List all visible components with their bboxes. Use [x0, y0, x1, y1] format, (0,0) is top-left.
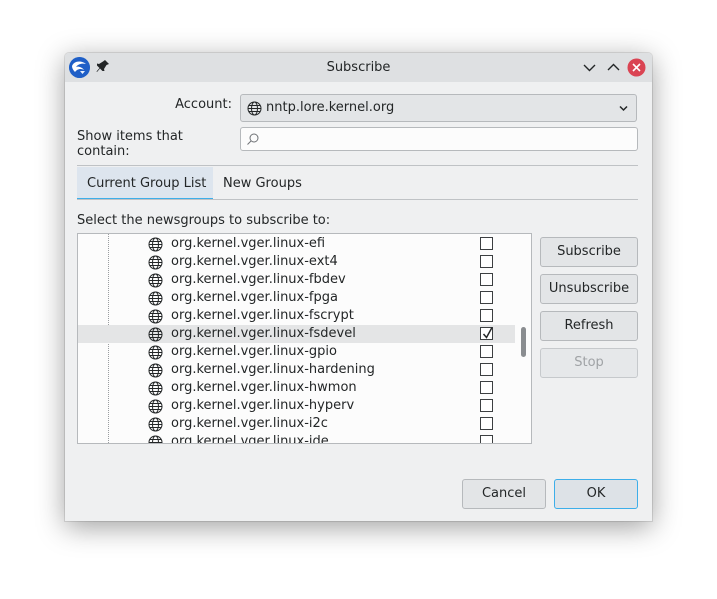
subscribe-dialog: Subscribe Account: nntp.lore.kernel.org …: [65, 53, 652, 521]
newsgroup-name: org.kernel.vger.linux-ide: [171, 434, 329, 444]
account-value: nntp.lore.kernel.org: [266, 100, 395, 115]
maximize-button[interactable]: [604, 58, 623, 77]
newsgroup-row[interactable]: org.kernel.vger.linux-i2c: [78, 415, 515, 433]
newsgroup-name: org.kernel.vger.linux-hardening: [171, 362, 375, 377]
newsgroup-name: org.kernel.vger.linux-hyperv: [171, 398, 355, 413]
subscribe-checkbox[interactable]: [480, 237, 493, 250]
newsgroup-row[interactable]: org.kernel.vger.linux-hyperv: [78, 397, 515, 415]
filter-label: Show items that contain:: [77, 129, 183, 159]
newsgroup-name: org.kernel.vger.linux-fpga: [171, 290, 338, 305]
newsgroup-name: org.kernel.vger.linux-fbdev: [171, 272, 346, 287]
newsgroup-row[interactable]: org.kernel.vger.linux-ext4: [78, 253, 515, 271]
subscribe-checkbox[interactable]: [480, 273, 493, 286]
subscribe-checkbox[interactable]: [480, 435, 493, 443]
newsgroup-row[interactable]: org.kernel.vger.linux-fscrypt: [78, 307, 515, 325]
cancel-button[interactable]: Cancel: [462, 479, 546, 509]
newsgroup-name: org.kernel.vger.linux-fscrypt: [171, 308, 354, 323]
globe-icon: [148, 435, 163, 443]
newsgroup-name: org.kernel.vger.linux-ext4: [171, 254, 338, 269]
close-button[interactable]: [627, 58, 646, 77]
refresh-button[interactable]: Refresh: [540, 311, 638, 341]
divider: [77, 165, 638, 166]
newsgroup-row[interactable]: org.kernel.vger.linux-fpga: [78, 289, 515, 307]
newsgroup-row[interactable]: org.kernel.vger.linux-hardening: [78, 361, 515, 379]
subscribe-checkbox[interactable]: [480, 363, 493, 376]
newsgroup-name: org.kernel.vger.linux-hwmon: [171, 380, 357, 395]
newsgroup-row[interactable]: org.kernel.vger.linux-fbdev: [78, 271, 515, 289]
tab-new-groups[interactable]: New Groups: [223, 167, 302, 200]
chevron-down-icon: [583, 64, 596, 72]
stop-button[interactable]: Stop: [540, 348, 638, 378]
account-label: Account:: [175, 97, 232, 112]
newsgroup-row[interactable]: org.kernel.vger.linux-hwmon: [78, 379, 515, 397]
close-icon: [627, 58, 646, 77]
tab-bar-divider: [77, 199, 638, 200]
account-select[interactable]: nntp.lore.kernel.org: [240, 94, 637, 122]
newsgroup-list[interactable]: org.kernel.vger.linux-efi org.kernel.vger…: [77, 233, 532, 444]
subscribe-checkbox[interactable]: [480, 399, 493, 412]
subscribe-checkbox[interactable]: [480, 255, 493, 268]
instructions-text: Select the newsgroups to subscribe to:: [77, 213, 331, 228]
newsgroup-name: org.kernel.vger.linux-fsdevel: [171, 326, 356, 341]
chevron-down-icon: [619, 105, 628, 112]
filter-input[interactable]: [240, 127, 638, 151]
newsgroup-name: org.kernel.vger.linux-i2c: [171, 416, 328, 431]
subscribe-checkbox[interactable]: [480, 309, 493, 322]
minimize-button[interactable]: [580, 58, 599, 77]
search-icon: [247, 133, 259, 145]
ok-button[interactable]: OK: [554, 479, 638, 509]
subscribe-checkbox[interactable]: [480, 381, 493, 394]
title-bar[interactable]: Subscribe: [65, 53, 652, 82]
newsgroup-name: org.kernel.vger.linux-gpio: [171, 344, 337, 359]
subscribe-checkbox[interactable]: [480, 327, 493, 340]
subscribe-checkbox[interactable]: [480, 291, 493, 304]
list-scrollbar[interactable]: [521, 327, 526, 357]
newsgroup-name: org.kernel.vger.linux-efi: [171, 236, 326, 251]
newsgroup-row[interactable]: org.kernel.vger.linux-ide: [78, 433, 515, 444]
unsubscribe-button[interactable]: Unsubscribe: [540, 274, 638, 304]
subscribe-checkbox[interactable]: [480, 417, 493, 430]
newsgroup-row[interactable]: org.kernel.vger.linux-gpio: [78, 343, 515, 361]
chevron-up-icon: [607, 63, 620, 71]
newsgroup-row[interactable]: org.kernel.vger.linux-efi: [78, 235, 515, 253]
globe-icon: [247, 101, 262, 116]
subscribe-button[interactable]: Subscribe: [540, 237, 638, 267]
tab-current-group-list-label[interactable]: Current Group List: [87, 167, 206, 200]
window-title: Subscribe: [326, 60, 391, 75]
newsgroup-row[interactable]: org.kernel.vger.linux-fsdevel: [78, 325, 515, 343]
subscribe-checkbox[interactable]: [480, 345, 493, 358]
